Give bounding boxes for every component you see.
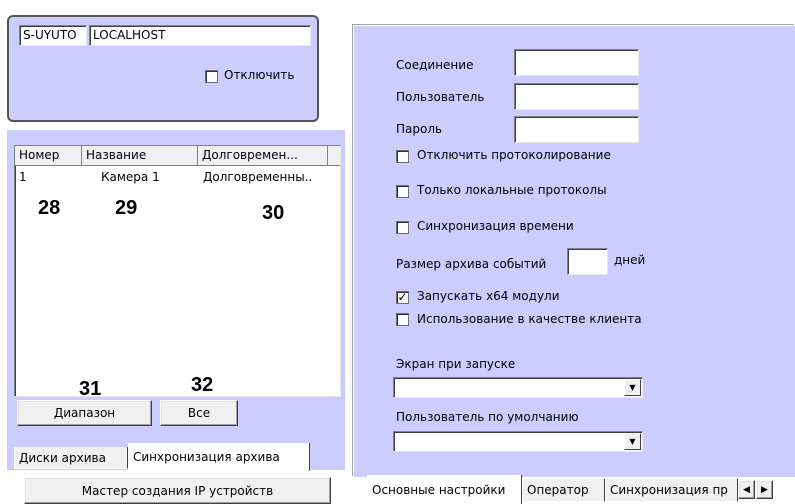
server-host-text: LOCALHOST (93, 28, 166, 42)
local-only-checkbox[interactable] (396, 185, 409, 198)
callout-31: 31 (79, 378, 102, 400)
callout-28: 28 (38, 197, 61, 219)
user-label: Пользователь (396, 90, 485, 104)
disable-logging-checkbox[interactable] (396, 150, 409, 163)
use-as-client-checkbox[interactable] (396, 313, 409, 326)
scroll-left-icon[interactable]: ◀ (738, 480, 755, 499)
server-panel: S-UYUTO LOCALHOST Отключить (7, 15, 319, 122)
triangle-down-icon[interactable]: ▼ (624, 433, 641, 450)
all-button[interactable]: Все (160, 400, 238, 426)
callout-29: 29 (115, 197, 138, 219)
cell-name: Камера 1 (101, 170, 160, 184)
tab-archive-sync[interactable]: Синхронизация архива (128, 443, 310, 471)
tab-main-settings[interactable]: Основные настройки (367, 475, 522, 504)
tab-sync-protocols[interactable]: Синхронизация пр (605, 479, 738, 502)
default-user-select[interactable]: ▼ (393, 431, 643, 452)
local-only-label: Только локальные протоколы (417, 183, 607, 197)
callout-30: 30 (262, 202, 285, 224)
camera-table: Номер Название Долговремен... 1 Камера 1… (14, 145, 341, 397)
col-header-name[interactable]: Название (82, 146, 198, 166)
tab-archive-disks[interactable]: Диски архива (14, 447, 128, 469)
range-button[interactable]: Диапазон (17, 400, 152, 426)
connection-label: Соединение (396, 58, 474, 72)
disable-label: Отключить (224, 68, 295, 82)
password-label: Пароль (396, 122, 443, 136)
default-user-label: Пользователь по умолчанию (396, 410, 579, 424)
col-header-number[interactable]: Номер (15, 146, 82, 166)
run-x64-label: Запускать x64 модули (417, 289, 560, 303)
password-field[interactable] (514, 116, 639, 143)
archive-size-label: Размер архива событий (396, 257, 547, 271)
days-label: дней (614, 253, 646, 267)
server-id-field[interactable]: S-UYUTO (19, 25, 87, 46)
cell-number: 1 (19, 170, 27, 184)
disable-logging-label: Отключить протоколирование (417, 148, 611, 162)
time-sync-checkbox[interactable] (396, 221, 409, 234)
ip-device-wizard-button[interactable]: Мастер создания IP устройств (24, 477, 331, 504)
callout-32: 32 (191, 374, 214, 396)
scroll-right-icon[interactable]: ▶ (756, 480, 773, 499)
user-field[interactable] (514, 83, 639, 110)
use-as-client-label: Использование в качестве клиента (417, 312, 642, 326)
col-header-filler (328, 146, 340, 166)
startup-screen-select[interactable]: ▼ (393, 377, 643, 398)
table-row[interactable]: 1 Камера 1 Долговременны.. (15, 168, 340, 186)
col-header-long[interactable]: Долговремен... (198, 146, 328, 166)
run-x64-checkbox[interactable]: ✓ (396, 291, 409, 304)
tab-operator[interactable]: Оператор (522, 479, 605, 502)
cell-long: Долговременны.. (203, 170, 313, 184)
disable-checkbox[interactable] (205, 70, 218, 83)
check-icon: ✓ (397, 290, 408, 304)
triangle-down-icon[interactable]: ▼ (624, 379, 641, 396)
startup-screen-label: Экран при запуске (396, 357, 516, 371)
server-id-text: S-UYUTO (23, 28, 77, 42)
time-sync-label: Синхронизация времени (417, 219, 574, 233)
archive-size-field[interactable] (567, 248, 608, 275)
server-host-field[interactable]: LOCALHOST (89, 25, 311, 46)
connection-field[interactable] (514, 49, 639, 76)
